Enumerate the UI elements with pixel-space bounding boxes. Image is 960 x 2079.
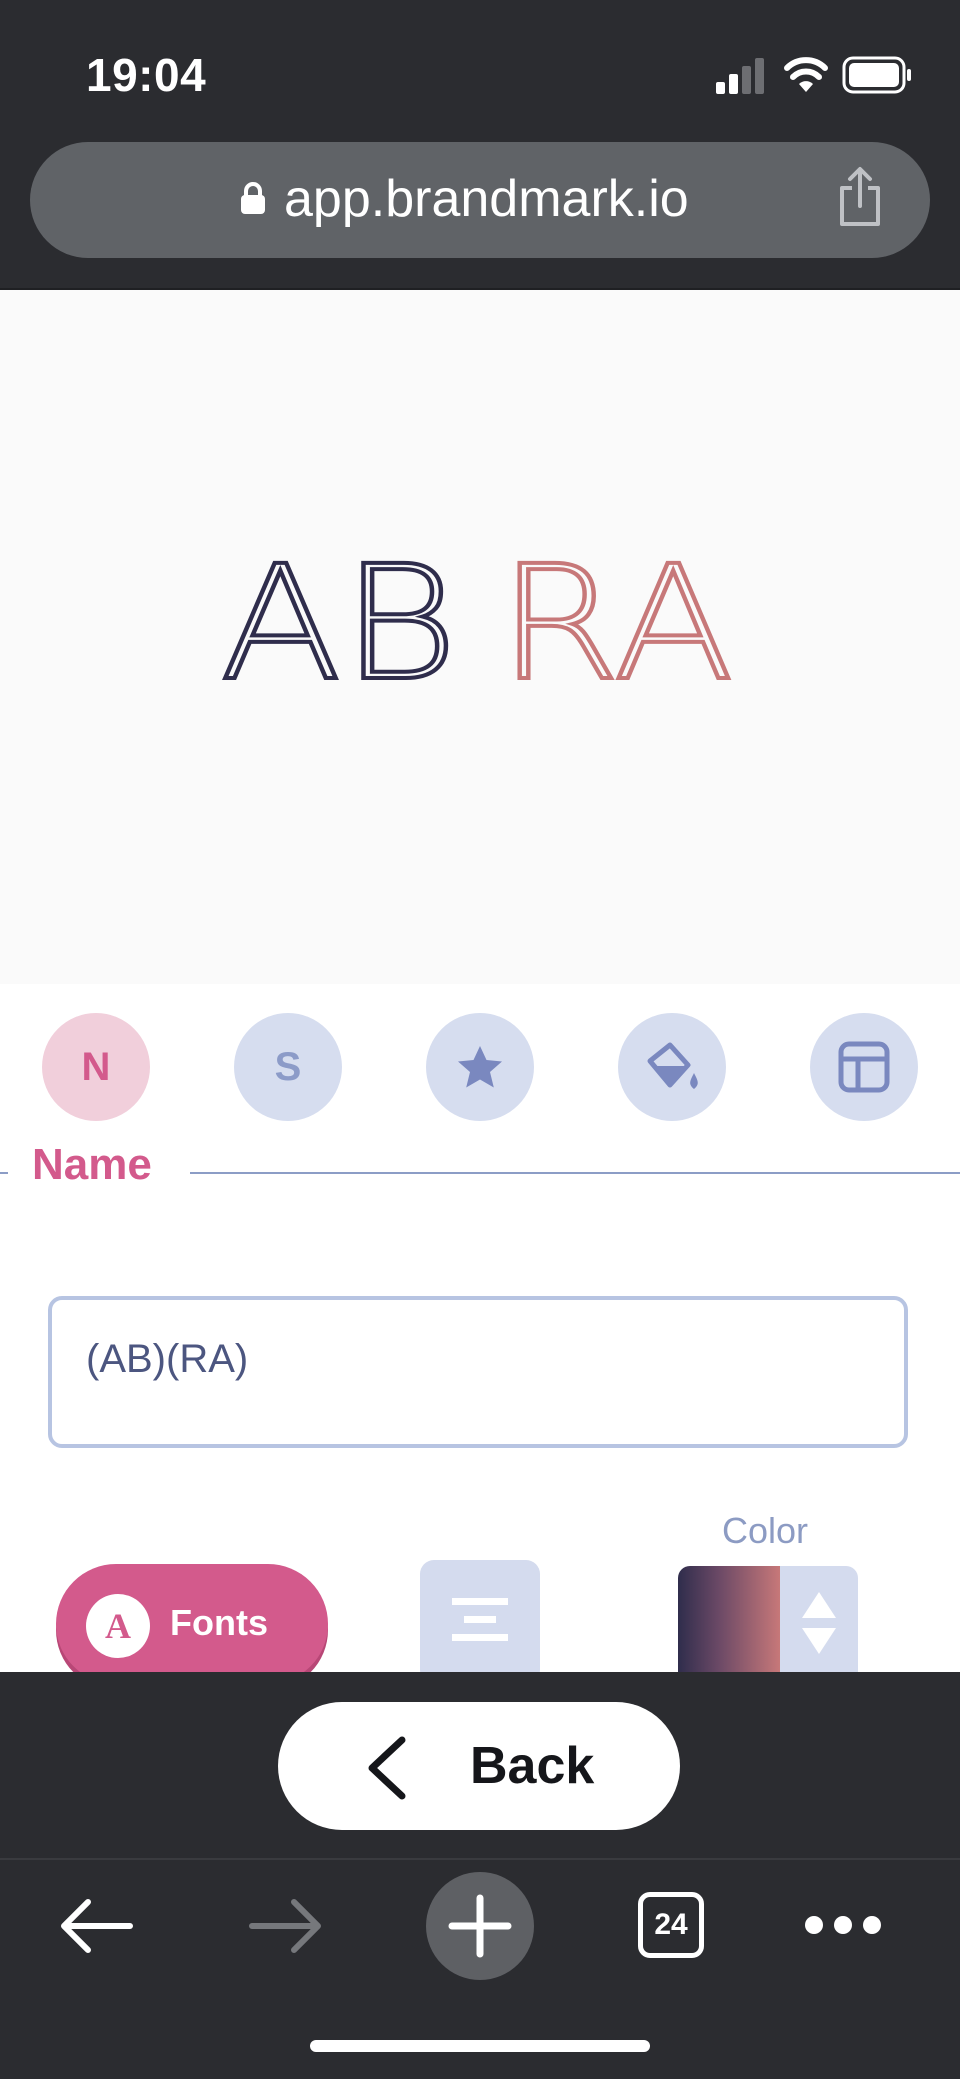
section-title: Name — [32, 1140, 152, 1189]
star-icon — [458, 1046, 502, 1088]
new-tab-button[interactable] — [426, 1872, 534, 1980]
layout-icon — [838, 1041, 890, 1093]
battery-icon — [842, 56, 911, 94]
fonts-button-label: Fonts — [170, 1602, 268, 1643]
nav-slogan-button[interactable]: S — [234, 1013, 342, 1121]
color-swatch[interactable] — [678, 1566, 780, 1684]
color-label: Color — [722, 1510, 809, 1551]
nav-layout-button[interactable] — [810, 1013, 918, 1121]
status-time: 19:04 — [86, 49, 207, 101]
nav-color-button[interactable] — [618, 1013, 726, 1121]
section-divider — [190, 1172, 960, 1174]
home-indicator — [310, 2040, 650, 2052]
align-center-icon — [452, 1598, 508, 1641]
nav-slogan-letter: S — [274, 1044, 302, 1089]
name-input-value[interactable]: (AB)(RA) — [86, 1334, 248, 1384]
signal-icon — [716, 58, 764, 94]
nav-name-letter: N — [81, 1044, 111, 1089]
up-down-arrows-icon — [802, 1592, 836, 1654]
share-icon[interactable] — [834, 166, 886, 228]
tabs-button[interactable]: 24 — [638, 1892, 704, 1958]
browser-forward-icon[interactable] — [248, 1896, 324, 1956]
wifi-icon — [784, 57, 828, 92]
url-text[interactable]: app.brandmark.io — [284, 164, 689, 234]
logo-right-text: RA — [498, 540, 734, 690]
color-stepper[interactable] — [780, 1566, 858, 1684]
lock-icon — [241, 182, 265, 214]
plus-icon — [448, 1894, 512, 1958]
logo-left-text: AB — [220, 540, 458, 690]
nav-icon-button[interactable] — [426, 1013, 534, 1121]
chevron-left-icon — [368, 1736, 406, 1800]
paint-bucket-icon — [647, 1042, 698, 1089]
align-button[interactable] — [420, 1560, 540, 1684]
logo-wordmark: AB RA — [220, 540, 736, 690]
back-button-label: Back — [470, 1737, 595, 1795]
more-icon[interactable] — [802, 1912, 884, 1938]
nav-name-button[interactable]: N — [42, 1013, 150, 1121]
font-a-icon: A — [86, 1594, 150, 1658]
section-divider-left — [0, 1172, 8, 1174]
browser-back-icon[interactable] — [58, 1896, 134, 1956]
